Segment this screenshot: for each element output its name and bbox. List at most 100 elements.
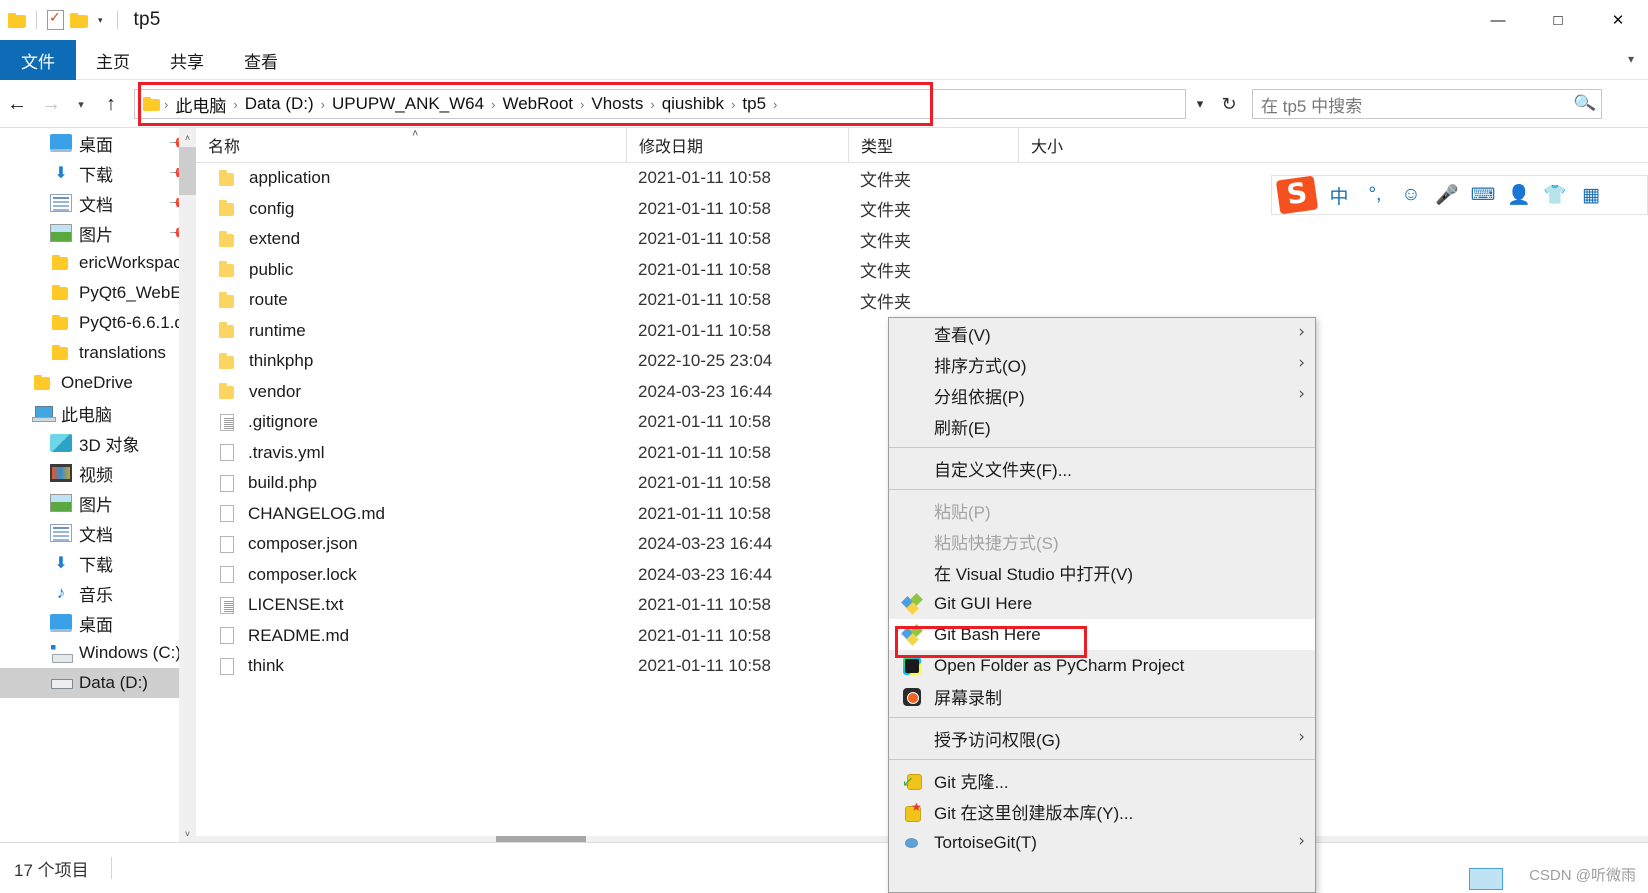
- sidebar-item-1[interactable]: ⬇下载📌: [0, 158, 196, 188]
- refresh-icon[interactable]: ↻: [1214, 89, 1244, 119]
- tab-share[interactable]: 共享: [150, 40, 224, 80]
- sidebar-item-8[interactable]: OneDrive: [0, 368, 196, 398]
- menu-item[interactable]: Git 在这里创建版本库(Y)...: [889, 796, 1315, 827]
- sidebar-item-10[interactable]: 3D 对象: [0, 428, 196, 458]
- menu-item[interactable]: TortoiseGit(T) ›: [889, 827, 1315, 858]
- menu-item[interactable]: 刷新(E): [889, 411, 1315, 442]
- user-icon[interactable]: 👤: [1506, 183, 1532, 207]
- menu-item[interactable]: 屏幕录制: [889, 681, 1315, 712]
- scroll-down-icon[interactable]: ˅: [179, 824, 196, 843]
- menu-item[interactable]: 排序方式(O) ›: [889, 349, 1315, 380]
- scrollbar-thumb[interactable]: [179, 147, 196, 195]
- column-header-type[interactable]: 类型: [848, 128, 1018, 163]
- tab-home[interactable]: 主页: [76, 40, 150, 80]
- maximize-button[interactable]: □: [1528, 0, 1588, 40]
- sidebar-item-15[interactable]: ♪ 音乐: [0, 578, 196, 608]
- menu-separator: [889, 447, 1315, 448]
- breadcrumb-item-6[interactable]: tp5: [737, 94, 771, 114]
- toolbox-icon[interactable]: ▦: [1578, 184, 1604, 207]
- breadcrumb-item-1[interactable]: Data (D:): [240, 94, 319, 114]
- sidebar-item-14[interactable]: ⬇ 下载: [0, 548, 196, 578]
- search-input[interactable]: 在 tp5 中搜索 🔍: [1252, 89, 1602, 119]
- sidebar-item-3[interactable]: 图片📌: [0, 218, 196, 248]
- menu-item[interactable]: 授予访问权限(G) ›: [889, 723, 1315, 754]
- properties-icon[interactable]: [47, 9, 64, 30]
- file-date-cell: 2021-01-11 10:58: [638, 503, 771, 523]
- menu-item-label: 刷新(E): [934, 419, 991, 438]
- scroll-up-icon[interactable]: ˄: [179, 128, 196, 147]
- file-name-cell: think: [196, 656, 626, 676]
- punctuation-icon[interactable]: °,: [1362, 184, 1388, 206]
- voice-input-icon[interactable]: 🎤: [1434, 183, 1460, 207]
- sidebar-item-11[interactable]: 视频: [0, 458, 196, 488]
- column-header-date[interactable]: 修改日期: [626, 128, 848, 163]
- chevron-down-icon[interactable]: ▾: [1628, 52, 1634, 66]
- chevron-right-icon: ›: [1298, 727, 1305, 747]
- sidebar-item-9[interactable]: 此电脑: [0, 398, 196, 428]
- address-bar[interactable]: › 此电脑 › Data (D:) › UPUPW_ANK_W64 › WebR…: [134, 89, 1186, 119]
- tab-view[interactable]: 查看: [224, 40, 298, 80]
- file-icon: [220, 657, 234, 675]
- download-icon: ⬇: [54, 555, 68, 572]
- file-name-cell: runtime: [196, 321, 626, 341]
- emoji-icon[interactable]: ☺: [1398, 184, 1424, 206]
- menu-item[interactable]: 查看(V) ›: [889, 318, 1315, 349]
- menu-item-label: Git GUI Here: [934, 593, 1033, 613]
- table-row[interactable]: public 2021-01-11 10:58 文件夹: [196, 255, 1648, 286]
- file-name-cell: .travis.yml: [196, 443, 626, 463]
- menu-item[interactable]: Git Bash Here: [889, 619, 1315, 650]
- sidebar-item-17[interactable]: Windows (C:): [0, 638, 196, 668]
- sidebar-item-2[interactable]: 文档📌: [0, 188, 196, 218]
- menu-item-label: Git 在这里创建版本库(Y)...: [934, 804, 1134, 823]
- nav-scrollbar[interactable]: ˄ ˅: [179, 128, 196, 843]
- sidebar-item-6[interactable]: PyQt6-6.6.1.dis: [0, 308, 196, 338]
- skin-icon[interactable]: 👕: [1542, 183, 1568, 207]
- column-header-name[interactable]: 名称 ˄: [196, 128, 626, 163]
- sidebar-item-4[interactable]: ericWorkspace: [0, 248, 196, 278]
- sidebar-item-7[interactable]: translations: [0, 338, 196, 368]
- new-folder-icon[interactable]: [70, 12, 88, 28]
- sidebar-item-0[interactable]: 桌面📌: [0, 128, 196, 158]
- menu-item[interactable]: Git 克隆...: [889, 765, 1315, 796]
- chevron-down-icon[interactable]: ▾: [94, 15, 107, 26]
- record-icon: [903, 688, 921, 706]
- forward-button[interactable]: →: [34, 87, 68, 121]
- breadcrumb-item-3[interactable]: WebRoot: [497, 94, 578, 114]
- menu-item-label: 粘贴快捷方式(S): [934, 534, 1059, 553]
- search-icon[interactable]: 🔍: [1572, 92, 1596, 115]
- menu-item-label: 分组依据(P): [934, 388, 1025, 407]
- sidebar-item-5[interactable]: PyQt6_WebEng: [0, 278, 196, 308]
- sidebar-item-12[interactable]: 图片: [0, 488, 196, 518]
- menu-item[interactable]: Git GUI Here: [889, 588, 1315, 619]
- breadcrumb-item-2[interactable]: UPUPW_ANK_W64: [327, 94, 489, 114]
- up-button[interactable]: ↑: [94, 87, 128, 121]
- menu-item[interactable]: 在 Visual Studio 中打开(V): [889, 557, 1315, 588]
- address-bar-wrapper: › 此电脑 › Data (D:) › UPUPW_ANK_W64 › WebR…: [134, 82, 1186, 126]
- back-button[interactable]: ←: [0, 87, 34, 121]
- breadcrumb-item-0[interactable]: 此电脑: [170, 92, 231, 117]
- menu-item[interactable]: 自定义文件夹(F)...: [889, 453, 1315, 484]
- chinese-mode-icon[interactable]: 中: [1326, 182, 1352, 209]
- table-row[interactable]: extend 2021-01-11 10:58 文件夹: [196, 224, 1648, 255]
- recent-locations-icon[interactable]: ▾: [68, 87, 94, 121]
- tab-file[interactable]: 文件: [0, 40, 76, 80]
- minimize-button[interactable]: —: [1468, 0, 1528, 40]
- desktop-icon: [50, 614, 72, 632]
- table-row[interactable]: route 2021-01-11 10:58 文件夹: [196, 285, 1648, 316]
- file-date-cell: 2024-03-23 16:44: [638, 534, 773, 554]
- sidebar-item-16[interactable]: 桌面: [0, 608, 196, 638]
- keyboard-icon[interactable]: ⌨: [1470, 185, 1496, 205]
- address-dropdown-icon[interactable]: ▾: [1186, 89, 1214, 119]
- sidebar-item-13[interactable]: 文档: [0, 518, 196, 548]
- git-init-icon: [903, 800, 922, 822]
- column-header-size[interactable]: 大小: [1018, 128, 1148, 163]
- menu-item[interactable]: Open Folder as PyCharm Project: [889, 650, 1315, 681]
- breadcrumb-item-4[interactable]: Vhosts: [586, 94, 648, 114]
- folder-icon[interactable]: [8, 12, 26, 28]
- breadcrumb-item-5[interactable]: qiushibk: [657, 94, 729, 114]
- menu-item[interactable]: 分组依据(P) ›: [889, 380, 1315, 411]
- close-button[interactable]: ✕: [1588, 0, 1648, 40]
- sidebar-item-18[interactable]: Data (D:): [0, 668, 196, 698]
- sogou-logo-icon[interactable]: [1275, 175, 1319, 215]
- folder-icon: [50, 314, 72, 332]
